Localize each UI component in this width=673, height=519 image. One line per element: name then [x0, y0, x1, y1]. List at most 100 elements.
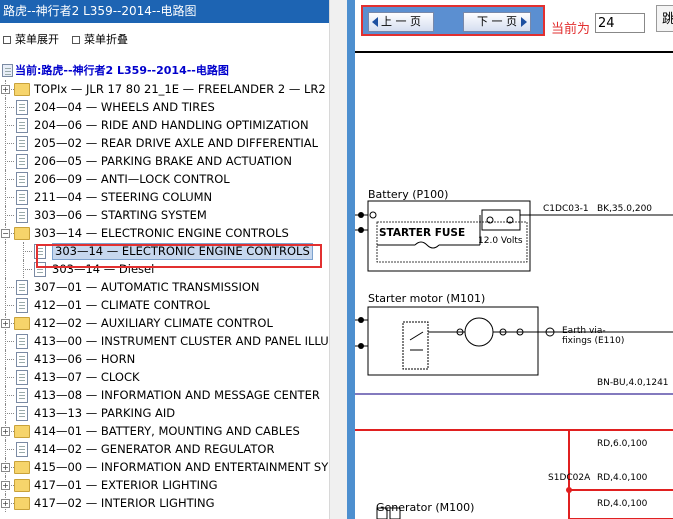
tree-folder-item[interactable]: − 303—14 — ELECTRONIC ENGINE CONTROLS: [0, 224, 329, 242]
tree-folder-item[interactable]: + TOPIx — JLR 17 80 21_1E — FREELANDER 2 …: [0, 80, 329, 98]
selection-highlight-box: [36, 244, 322, 268]
tree-folder-item[interactable]: +415—00 — INFORMATION AND ENTERTAINMENT …: [0, 458, 329, 476]
wire-label-bn-bu: BN-BU,4.0,1241: [597, 378, 669, 388]
tree-item-label: 413—13 — PARKING AID: [34, 406, 176, 420]
tree-item-label: 303—06 — STARTING SYSTEM: [34, 208, 207, 222]
folder-icon: [14, 425, 30, 438]
splice-label: S1DC02A: [548, 473, 591, 483]
collapse-menu-button[interactable]: 菜单折叠: [72, 31, 128, 47]
tree-connector: [5, 143, 14, 144]
tree-leaf-item[interactable]: 413—06 — HORN: [0, 350, 329, 368]
document-icon: [16, 406, 28, 421]
tree-item-label: 413—00 — INSTRUMENT CLUSTER AND PANEL IL…: [34, 334, 329, 348]
tree-item-label: 417—02 — INTERIOR LIGHTING: [34, 496, 215, 510]
tree-item-label: 204—04 — WHEELS AND TIRES: [34, 100, 215, 114]
tree-item-label: 414—02 — GENERATOR AND REGULATOR: [34, 442, 275, 456]
tree-connector: [5, 413, 14, 414]
tree-folder-item[interactable]: +414—01 — BATTERY, MOUNTING AND CABLES: [0, 422, 329, 440]
document-icon: [16, 172, 28, 187]
tree-leaf-item[interactable]: 204—06 — RIDE AND HANDLING OPTIMIZATION: [0, 116, 329, 134]
folder-icon: [14, 479, 30, 492]
tree-item-label: 415—00 — INFORMATION AND ENTERTAINMENT S…: [34, 460, 329, 474]
tree-connector: [5, 287, 14, 288]
starter-fuse-label: STARTER FUSE: [379, 227, 466, 239]
tree-view: 当前:路虎--神行者2 L359--2014--电路图 + TOPIx — JLR…: [0, 62, 329, 512]
expand-node-icon[interactable]: +: [1, 481, 10, 490]
tree-leaf-item[interactable]: 204—04 — WHEELS AND TIRES: [0, 98, 329, 116]
document-icon: [16, 352, 28, 367]
tree-root[interactable]: 当前:路虎--神行者2 L359--2014--电路图: [0, 62, 329, 80]
wire-label-rd-4b: RD,4.0,100: [597, 499, 648, 509]
earth-label-2: fixings (E110): [562, 336, 625, 346]
expand-node-icon[interactable]: +: [1, 499, 10, 508]
tree-folder-item[interactable]: +412—02 — AUXILIARY CLIMATE CONTROL: [0, 314, 329, 332]
tree-connector: [5, 305, 14, 306]
frame-splitter[interactable]: [347, 0, 355, 519]
tree-leaf-item[interactable]: 205—02 — REAR DRIVE AXLE AND DIFFERENTIA…: [0, 134, 329, 152]
tree-folder-item[interactable]: +417—01 — EXTERIOR LIGHTING: [0, 476, 329, 494]
vertical-scrollbar[interactable]: [329, 0, 347, 519]
expand-icon: [3, 36, 11, 44]
expand-menu-button[interactable]: 菜单展开: [3, 31, 59, 47]
tree-leaf-item[interactable]: 413—00 — INSTRUMENT CLUSTER AND PANEL IL…: [0, 332, 329, 350]
document-icon: [16, 100, 28, 115]
tree-connector: [5, 161, 14, 162]
tree-item-label: 303—14 — ELECTRONIC ENGINE CONTROLS: [34, 226, 289, 240]
expand-node-icon[interactable]: +: [1, 319, 10, 328]
tree-leaf-item[interactable]: 413—08 — INFORMATION AND MESSAGE CENTER: [0, 386, 329, 404]
collapse-icon: [72, 36, 80, 44]
battery-label: Battery (P100): [368, 188, 449, 201]
document-icon: [16, 334, 28, 349]
expand-node-icon[interactable]: +: [1, 85, 10, 94]
panel-title: 路虎--神行者2 L359--2014--电路图: [0, 0, 329, 23]
expand-node-icon[interactable]: +: [1, 427, 10, 436]
tree-connector: [5, 197, 14, 198]
tree-item-label: 414—01 — BATTERY, MOUNTING AND CABLES: [34, 424, 300, 438]
tree-leaf-item[interactable]: 206—09 — ANTI—LOCK CONTROL: [0, 170, 329, 188]
tree-item-label: 412—02 — AUXILIARY CLIMATE CONTROL: [34, 316, 273, 330]
tree-connector: [5, 242, 6, 260]
tree-item-label: 413—08 — INFORMATION AND MESSAGE CENTER: [34, 388, 320, 402]
tree-connector: [5, 359, 14, 360]
tree-leaf-item[interactable]: 413—13 — PARKING AID: [0, 404, 329, 422]
tree-item-label: TOPIx — JLR 17 80 21_1E — FREELANDER 2 —…: [34, 82, 326, 96]
tree-item-label: 211—04 — STEERING COLUMN: [34, 190, 213, 204]
tree-leaf-item[interactable]: 413—07 — CLOCK: [0, 368, 329, 386]
tree-leaf-item[interactable]: 414—02 — GENERATOR AND REGULATOR: [0, 440, 329, 458]
folder-open-icon: [14, 227, 30, 240]
document-icon: [16, 118, 28, 133]
document-icon: [16, 190, 28, 205]
tree-connector: [5, 377, 14, 378]
tree-item-label: 205—02 — REAR DRIVE AXLE AND DIFFERENTIA…: [34, 136, 319, 150]
tree-leaf-item[interactable]: 211—04 — STEERING COLUMN: [0, 188, 329, 206]
tree-item-label: 206—05 — PARKING BRAKE AND ACTUATION: [34, 154, 292, 168]
collapse-node-icon[interactable]: −: [1, 229, 10, 238]
tree-item-label: 413—07 — CLOCK: [34, 370, 140, 384]
tree-connector: [23, 269, 32, 270]
tree-leaf-item[interactable]: 307—01 — AUTOMATIC TRANSMISSION: [0, 278, 329, 296]
folder-icon: [14, 317, 30, 330]
tree-connector: [5, 125, 14, 126]
tree-folder-item[interactable]: +417—02 — INTERIOR LIGHTING: [0, 494, 329, 512]
document-icon: [16, 442, 28, 457]
expand-node-icon[interactable]: +: [1, 463, 10, 472]
tree-item-label: 204—06 — RIDE AND HANDLING OPTIMIZATION: [34, 118, 309, 132]
folder-icon: [14, 83, 30, 96]
voltage-label: 12.0 Volts: [478, 236, 523, 246]
document-icon: [16, 298, 28, 313]
tree-leaf-item[interactable]: 206—05 — PARKING BRAKE AND ACTUATION: [0, 152, 329, 170]
tree-connector: [5, 260, 6, 278]
tree-connector: [5, 179, 14, 180]
computer-icon: [2, 64, 13, 77]
tree-connector: [5, 395, 14, 396]
generator-label: Generator (M100): [376, 501, 475, 514]
document-icon: [16, 388, 28, 403]
document-icon: [16, 370, 28, 385]
tree-leaf-item[interactable]: 303—06 — STARTING SYSTEM: [0, 206, 329, 224]
wire-label-bk: BK,35.0,200: [597, 204, 653, 214]
tree-item-label: 307—01 — AUTOMATIC TRANSMISSION: [34, 280, 260, 294]
tree-connector: [5, 107, 14, 108]
tree-leaf-item[interactable]: 412—01 — CLIMATE CONTROL: [0, 296, 329, 314]
document-icon: [16, 280, 28, 295]
document-icon: [16, 136, 28, 151]
